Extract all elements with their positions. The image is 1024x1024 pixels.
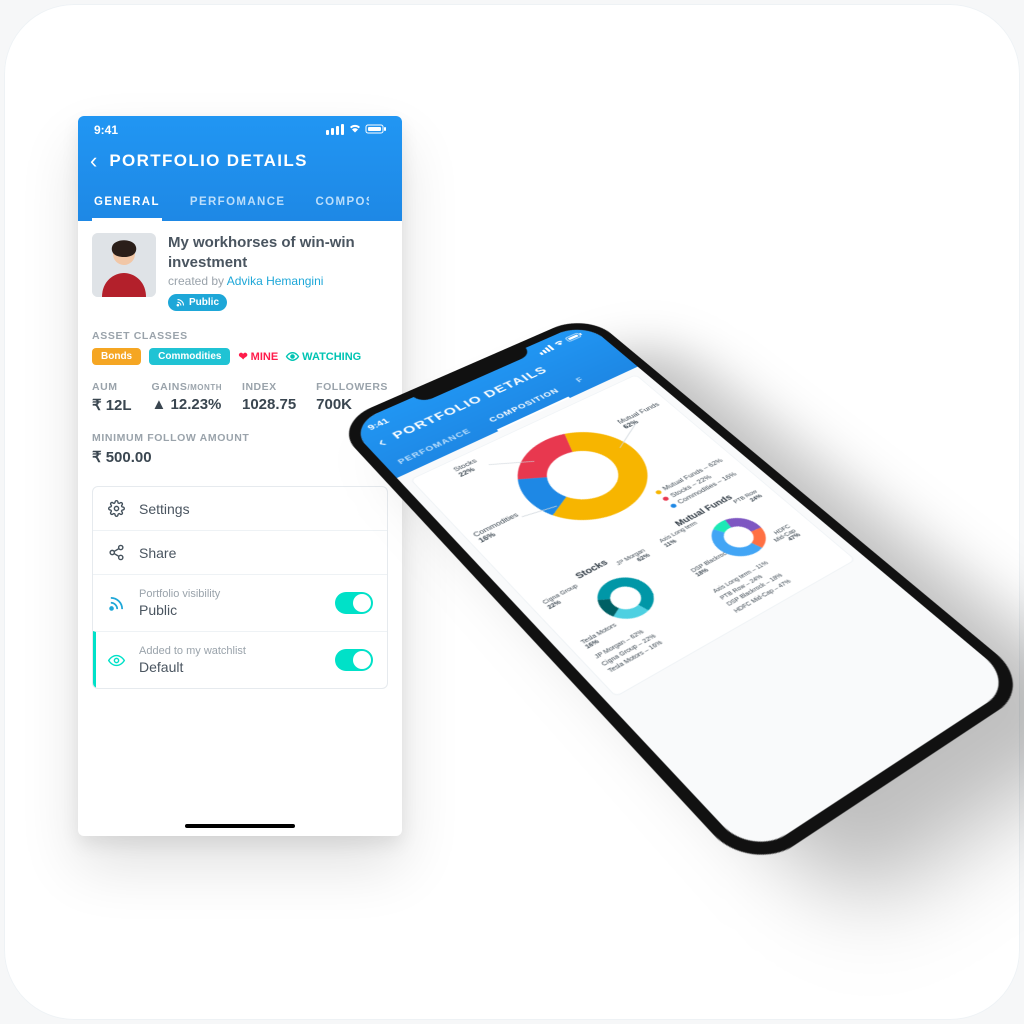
home-indicator[interactable] [185,824,295,828]
gear-icon [107,500,125,517]
tab-general[interactable]: GENERAL [92,188,162,221]
public-badge: Public [168,294,227,311]
status-bar: 9:41 [78,116,402,144]
watchlist-toggle[interactable] [335,649,373,671]
tab-extra-iso[interactable]: F [570,373,595,391]
status-icons [326,123,386,138]
chip-bonds[interactable]: Bonds [92,348,141,365]
row-settings[interactable]: Settings [93,487,387,530]
back-button[interactable]: ‹ [90,148,97,174]
rss-icon [107,595,125,612]
status-time: 9:41 [94,123,118,137]
screen-title: PORTFOLIO DETAILS [109,151,307,171]
chip-commodities[interactable]: Commodities [149,348,230,365]
settings-card: Settings Share Portfolio visibilityPubli… [92,486,388,689]
general-body: My workhorses of win-win investment crea… [78,221,402,816]
asset-classes-label: ASSET CLASSES [92,330,388,342]
stat-index: 1028.75 [242,396,296,413]
created-by: created by Advika Hemangini [168,274,388,288]
row-watchlist[interactable]: Added to my watchlistDefault [93,631,387,688]
author-avatar[interactable] [92,233,156,297]
visibility-toggle[interactable] [335,592,373,614]
phone-iso-composition: 9:41 ‹ PORTFOLIO DETAILS PERFOMANCE [333,313,1024,874]
stats-row: AUM₹ 12L GAINS/MONTH ▲ 12.23% INDEX1028.… [92,381,388,414]
tab-bar: GENERAL PERFOMANCE COMPOSI [78,188,402,221]
row-visibility[interactable]: Portfolio visibilityPublic [93,574,387,631]
stat-gains: ▲ 12.23% [151,396,222,413]
header: 9:41 ‹ PORTFOLIO DETAILS GENERAL PERF [78,116,402,221]
tab-performance[interactable]: PERFOMANCE [188,188,288,221]
badge-watching: WATCHING [286,350,361,363]
back-button-iso[interactable]: ‹ [373,435,391,451]
stat-aum: ₹ 12L [92,396,132,414]
asset-classes: Bonds Commodities ❤ MINE WATCHING [92,348,388,365]
row-share[interactable]: Share [93,530,387,574]
phone-flat-general: 9:41 ‹ PORTFOLIO DETAILS GENERAL PERF [78,116,402,836]
share-icon [107,544,125,561]
eye-icon [107,652,125,669]
min-follow-value: ₹ 500.00 [92,448,388,466]
author-link[interactable]: Advika Hemangini [227,274,324,288]
portfolio-name: My workhorses of win-win investment [168,233,388,272]
tab-composition[interactable]: COMPOSI [313,188,369,221]
badge-mine: ❤ MINE [238,350,278,363]
